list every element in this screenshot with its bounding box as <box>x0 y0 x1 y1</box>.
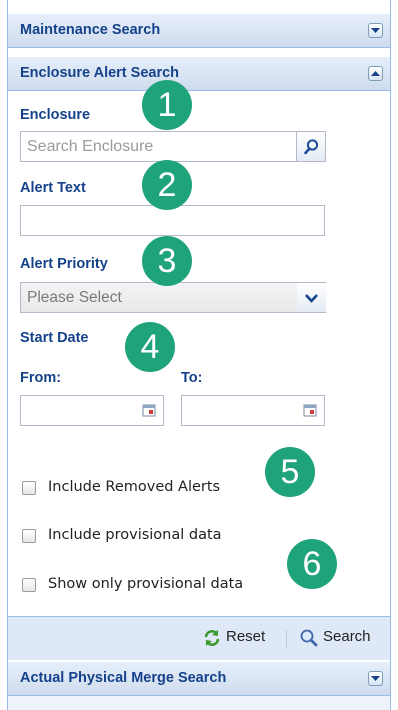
alert-priority-select[interactable]: Please Select <box>20 282 326 313</box>
reset-label: Reset <box>226 628 266 645</box>
enclosure-search-input[interactable] <box>20 131 297 162</box>
search-icon[interactable] <box>297 131 326 162</box>
alert-priority-value: Please Select <box>27 289 122 306</box>
from-date-field[interactable] <box>20 395 164 426</box>
alert-text-label: Alert Text <box>20 180 86 196</box>
search-sidebar: Maintenance Search Enclosure Alert Searc… <box>7 0 391 710</box>
include-provisional-data-checkbox[interactable] <box>22 529 36 543</box>
collapse-chevron-icon[interactable] <box>368 66 383 81</box>
bottom-strip <box>8 696 390 710</box>
callout-badge-1: 1 <box>142 80 192 130</box>
enclosure-alert-search-header[interactable]: Enclosure Alert Search <box>8 56 390 91</box>
start-date-label: Start Date <box>20 330 89 346</box>
refresh-icon <box>204 630 220 646</box>
callout-badge-2: 2 <box>142 160 192 210</box>
alert-priority-label: Alert Priority <box>20 256 108 272</box>
actual-physical-merge-search-title: Actual Physical Merge Search <box>20 670 227 686</box>
from-label: From: <box>20 370 62 386</box>
panel-footer-toolbar: Reset Search <box>8 616 390 660</box>
to-date-field[interactable] <box>181 395 325 426</box>
enclosure-alert-search-title: Enclosure Alert Search <box>20 65 180 81</box>
maintenance-search-header[interactable]: Maintenance Search <box>8 13 390 48</box>
callout-badge-5: 5 <box>265 447 315 497</box>
actual-physical-merge-search-header[interactable]: Actual Physical Merge Search <box>8 661 390 696</box>
alert-text-input[interactable] <box>20 205 325 236</box>
magnifier-icon <box>300 629 318 647</box>
calendar-icon[interactable] <box>296 396 324 425</box>
expand-chevron-icon[interactable] <box>368 23 383 38</box>
callout-badge-4: 4 <box>125 322 175 372</box>
include-removed-alerts-label[interactable]: Include Removed Alerts <box>48 479 220 495</box>
search-label: Search <box>323 628 371 645</box>
to-label: To: <box>181 370 203 386</box>
show-only-provisional-data-label[interactable]: Show only provisional data <box>48 576 243 592</box>
callout-badge-6: 6 <box>287 539 337 589</box>
maintenance-search-title: Maintenance Search <box>20 22 161 38</box>
show-only-provisional-data-checkbox[interactable] <box>22 578 36 592</box>
enclosure-label: Enclosure <box>20 107 91 123</box>
chevron-down-icon[interactable] <box>297 282 326 313</box>
callout-badge-3: 3 <box>142 236 192 286</box>
expand-chevron-icon[interactable] <box>368 671 383 686</box>
include-removed-alerts-checkbox[interactable] <box>22 481 36 495</box>
include-provisional-data-label[interactable]: Include provisional data <box>48 527 222 543</box>
calendar-icon[interactable] <box>135 396 163 425</box>
toolbar-separator <box>286 630 287 648</box>
